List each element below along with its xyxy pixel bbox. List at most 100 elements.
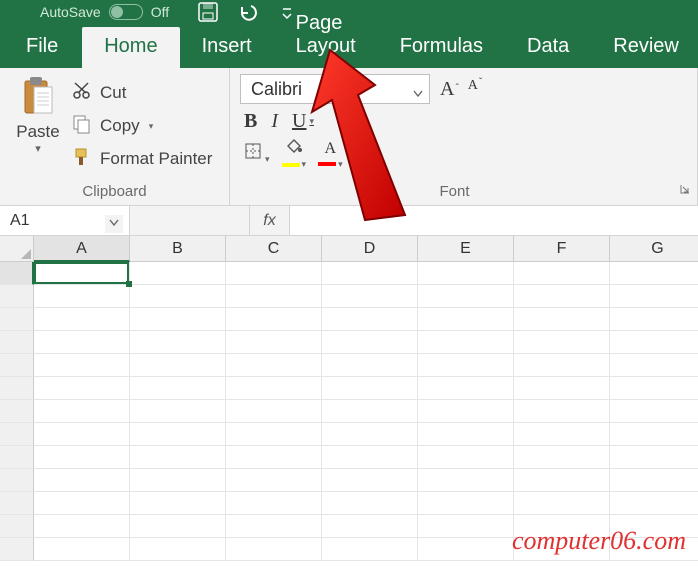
cell[interactable] (610, 423, 698, 446)
cell[interactable] (130, 262, 226, 285)
column-header[interactable]: A (34, 236, 130, 262)
cell[interactable] (418, 446, 514, 469)
row-header[interactable] (0, 423, 34, 446)
cell[interactable] (130, 446, 226, 469)
cell[interactable] (610, 331, 698, 354)
cell[interactable] (34, 262, 130, 285)
cell[interactable] (130, 515, 226, 538)
select-all-corner[interactable] (0, 236, 34, 262)
cell[interactable] (418, 492, 514, 515)
cell[interactable] (130, 492, 226, 515)
cell[interactable] (322, 377, 418, 400)
dialog-launcher-icon[interactable] (679, 182, 691, 200)
cell[interactable] (322, 400, 418, 423)
cell[interactable] (322, 354, 418, 377)
row-header[interactable] (0, 446, 34, 469)
cell[interactable] (34, 469, 130, 492)
cell[interactable] (130, 285, 226, 308)
autosave-toggle[interactable]: AutoSave Off (40, 4, 169, 20)
save-icon[interactable] (197, 1, 219, 23)
cell[interactable] (226, 262, 322, 285)
cell[interactable] (322, 446, 418, 469)
row-header[interactable] (0, 469, 34, 492)
cell[interactable] (226, 285, 322, 308)
paste-button[interactable]: Paste ▾ (10, 74, 66, 178)
font-name-combo[interactable]: Calibri (240, 74, 430, 104)
cell[interactable] (130, 423, 226, 446)
cell[interactable] (34, 515, 130, 538)
chevron-down-icon[interactable]: ▾ (309, 116, 314, 127)
tab-formulas[interactable]: Formulas (378, 27, 505, 68)
fill-handle[interactable] (126, 281, 132, 287)
cell[interactable] (514, 446, 610, 469)
cell[interactable] (34, 377, 130, 400)
cell[interactable] (610, 377, 698, 400)
cell[interactable] (514, 377, 610, 400)
cells-area[interactable] (34, 262, 698, 561)
bold-button[interactable]: B (244, 110, 257, 133)
cell[interactable] (418, 285, 514, 308)
cell[interactable] (514, 492, 610, 515)
format-painter-button[interactable]: Format Painter (72, 147, 212, 172)
cell[interactable] (418, 354, 514, 377)
cell[interactable] (130, 354, 226, 377)
cell[interactable] (418, 538, 514, 561)
row-header[interactable] (0, 285, 34, 308)
cell[interactable] (130, 400, 226, 423)
cell[interactable] (34, 400, 130, 423)
chevron-down-icon[interactable]: ▾ (338, 159, 343, 170)
cell[interactable] (226, 331, 322, 354)
formula-input[interactable] (290, 206, 698, 235)
cell[interactable] (322, 423, 418, 446)
row-header[interactable] (0, 538, 34, 561)
cell[interactable] (610, 492, 698, 515)
cell[interactable] (322, 538, 418, 561)
cell[interactable] (226, 423, 322, 446)
tab-review[interactable]: Review (591, 27, 698, 68)
autosave-switch[interactable] (109, 4, 143, 20)
row-header[interactable] (0, 331, 34, 354)
cell[interactable] (34, 331, 130, 354)
cell[interactable] (130, 331, 226, 354)
chevron-down-icon[interactable]: ▾ (302, 159, 307, 170)
increase-font-button[interactable]: Aˆ (436, 78, 462, 101)
fill-color-button[interactable]: ▾ (282, 139, 307, 170)
cell[interactable] (514, 262, 610, 285)
row-header[interactable] (0, 515, 34, 538)
cell[interactable] (514, 423, 610, 446)
row-header[interactable] (0, 492, 34, 515)
cell[interactable] (226, 354, 322, 377)
cell[interactable] (418, 377, 514, 400)
cell[interactable] (322, 262, 418, 285)
cell[interactable] (610, 285, 698, 308)
cell[interactable] (34, 538, 130, 561)
cell[interactable] (322, 285, 418, 308)
cell[interactable] (418, 308, 514, 331)
tab-insert[interactable]: Insert (180, 27, 274, 68)
cell[interactable] (514, 308, 610, 331)
cell[interactable] (514, 354, 610, 377)
cell[interactable] (226, 492, 322, 515)
decrease-font-button[interactable]: Aˇ (464, 78, 485, 101)
tab-page-layout[interactable]: Page Layout (274, 4, 378, 68)
cell[interactable] (514, 331, 610, 354)
cell[interactable] (418, 262, 514, 285)
undo-icon[interactable] (237, 2, 263, 22)
font-color-button[interactable]: A ▾ (318, 140, 343, 170)
cell[interactable] (226, 469, 322, 492)
row-header[interactable] (0, 262, 34, 285)
cell[interactable] (322, 308, 418, 331)
cell[interactable] (34, 492, 130, 515)
cell[interactable] (610, 354, 698, 377)
cell[interactable] (130, 308, 226, 331)
cut-button[interactable]: Cut (72, 81, 212, 106)
cell[interactable] (610, 446, 698, 469)
cell[interactable] (514, 469, 610, 492)
column-header[interactable]: D (322, 236, 418, 262)
cell[interactable] (130, 469, 226, 492)
cell[interactable] (610, 469, 698, 492)
italic-button[interactable]: I (271, 110, 278, 133)
copy-dropdown-icon[interactable]: ▾ (149, 121, 154, 132)
cell[interactable] (226, 400, 322, 423)
name-box[interactable]: A1 (0, 206, 130, 235)
